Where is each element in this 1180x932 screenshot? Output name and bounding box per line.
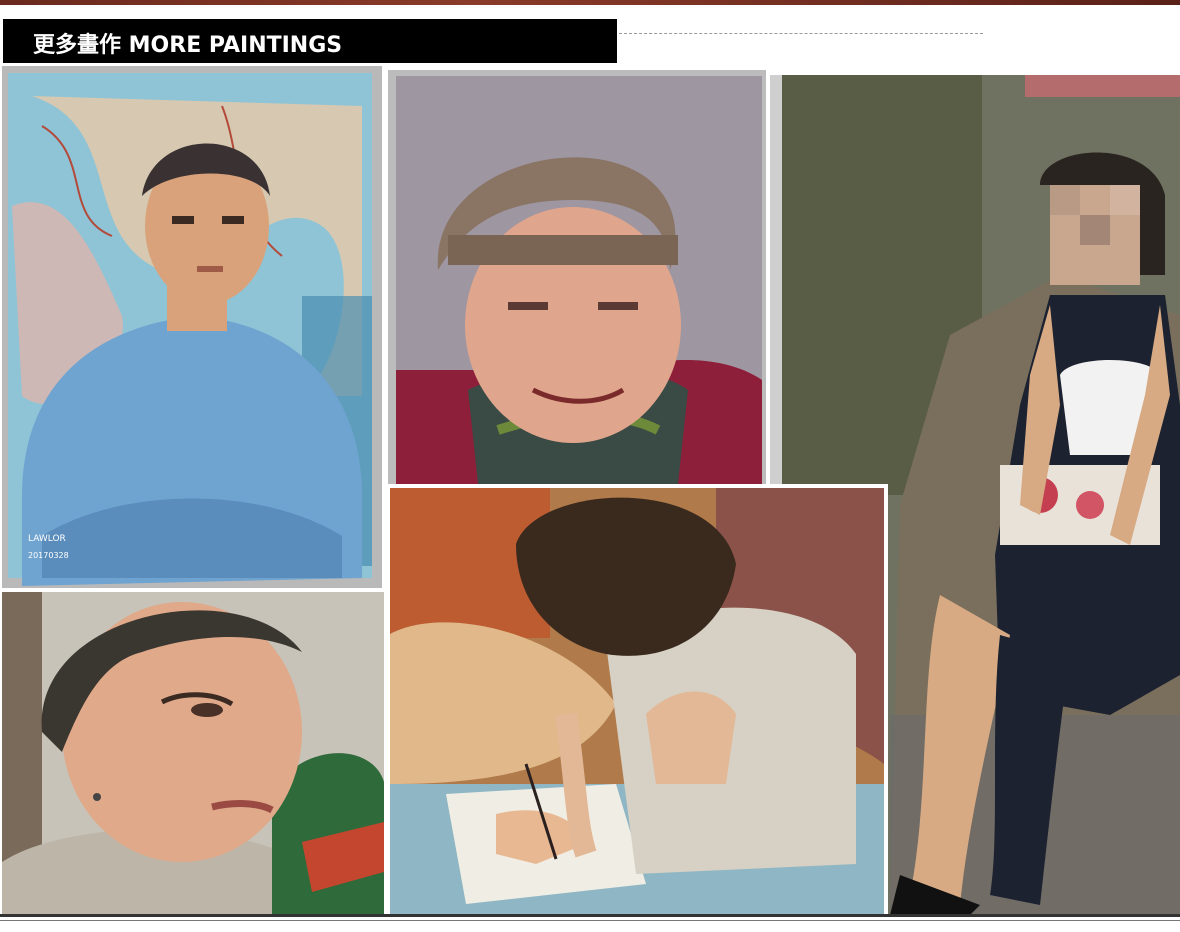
painting-short-haired-person [2,592,384,914]
bottom-rule-thin [0,920,1180,921]
dashed-divider [619,33,983,34]
section-title: 更多畫作 MORE PAINTINGS [33,33,343,58]
section-title-bar: 更多畫作 MORE PAINTINGS [3,19,617,63]
top-decor-strip [0,0,1180,5]
painting-date-mark: 20170328 [28,551,69,560]
bottom-rule [0,914,1180,917]
painting-girl-writing [386,484,888,914]
painting-elderly-woman [388,70,766,484]
painting-man-blue-shirt: LAWLOR 20170328 [2,66,382,588]
painting-signature: LAWLOR [28,534,66,544]
